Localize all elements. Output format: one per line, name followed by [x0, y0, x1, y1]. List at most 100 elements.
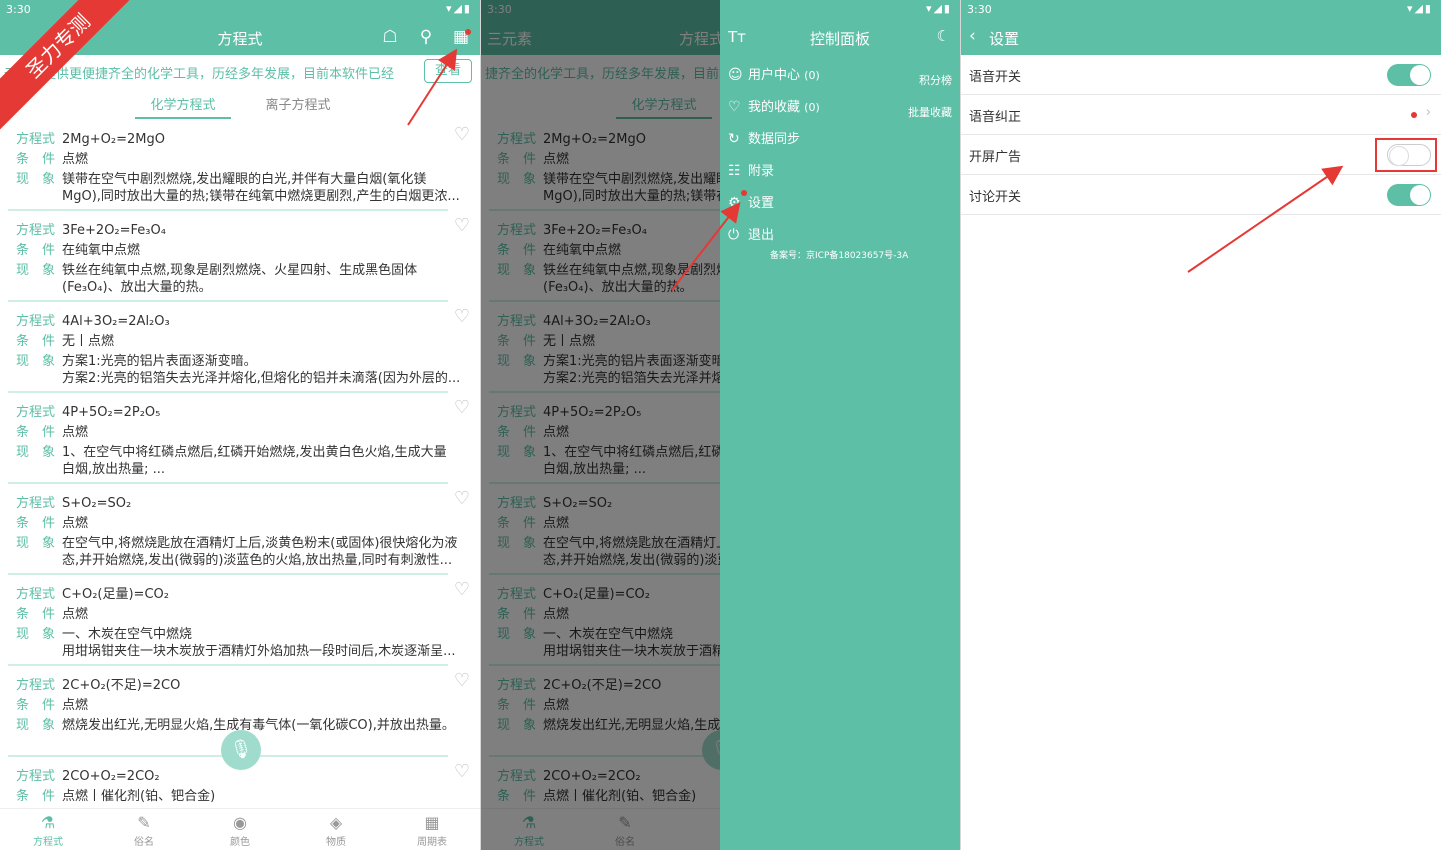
condition-text: 点燃 — [62, 425, 89, 440]
batch-favorite-link[interactable]: 批量收藏 — [908, 104, 952, 120]
menu-label: 用户中心 — [748, 68, 801, 83]
nav-common-names[interactable]: ✎ 俗名 — [114, 813, 174, 848]
equation-card[interactable]: 方程式4Al+3O₂=2Al₂O₃条 件无丨点燃现 象方案1:光亮的铝片表面逐渐… — [8, 302, 470, 393]
menu-count: (0) — [804, 101, 820, 114]
menu-label: 附录 — [748, 164, 775, 179]
status-bar: 3:30 ▾◢▮ — [961, 0, 1441, 20]
nav-substances[interactable]: ◈ 物质 — [306, 813, 366, 848]
phenomenon-label: 现 象 — [16, 263, 56, 278]
nav-colors[interactable]: ◉ 颜色 — [210, 813, 270, 848]
favorite-heart-icon[interactable]: ♡ — [454, 397, 470, 418]
table-icon: ▦ — [424, 813, 440, 832]
status-time: 3:30 — [6, 3, 31, 16]
favorite-heart-icon[interactable]: ♡ — [454, 670, 470, 691]
equation-card[interactable]: 方程式 4P+5O₂=2P₂O₅ 条 件点燃现 象 1、在空气中将红磷点燃后,红磷开始… — [8, 393, 470, 484]
equation-label: 方程式 — [16, 223, 56, 238]
menu-appendix[interactable]: ☷ 附录 — [728, 160, 774, 179]
favorite-heart-icon[interactable]: ♡ — [454, 124, 470, 145]
equation-card[interactable]: 方程式 2Mg+O₂=2MgO 条 件点燃现 象镁带在空气中剧烈燃烧,发出耀眼的白光… — [8, 120, 470, 211]
status-icons: ▾◢▮ — [445, 2, 472, 15]
equation-card[interactable]: 方程式C+O₂(足量)=CO₂条 件点燃现 象一、木炭在空气中燃烧用坩埚钳夹住一… — [8, 575, 470, 666]
bottom-nav: ⚗ 方程式 ✎ 俗名 ◉ 颜色 ◈ 物质 ▦ 周期表 — [0, 808, 480, 850]
tab-chemical-equations[interactable]: 化学方程式 — [133, 94, 233, 113]
condition-label: 条 件 — [16, 152, 56, 167]
sync-icon: ↻ — [728, 131, 740, 147]
nav-periodic-table[interactable]: ▦ 周期表 — [402, 813, 462, 848]
equation-row: 方程式 2CO+O₂=2CO₂ — [16, 765, 160, 784]
equation-text: 4Al+3O₂=2Al₂O₃ — [62, 314, 170, 329]
condition-text: 无丨点燃 — [62, 334, 115, 349]
page-title: 方程式 — [217, 30, 263, 48]
robot-icon[interactable]: ☖ — [379, 27, 401, 47]
search-icon[interactable]: ⚲ — [415, 27, 437, 47]
menu-data-sync[interactable]: ↻ 数据同步 — [728, 128, 800, 147]
condition-text: 点燃 — [62, 607, 89, 622]
discussion-toggle[interactable] — [1387, 184, 1431, 206]
favorite-heart-icon[interactable]: ♡ — [454, 306, 470, 327]
nav-equations[interactable]: ⚗ 方程式 — [18, 813, 78, 848]
power-icon: ⏻ — [728, 227, 740, 243]
condition-row: 条 件在纯氧中点燃 — [16, 239, 140, 258]
nav-label: 俗名 — [134, 837, 154, 848]
nav-label: 物质 — [326, 837, 346, 848]
menu-favorites[interactable]: ♡ 我的收藏 (0) — [728, 96, 820, 115]
equation-label: 方程式 — [16, 769, 56, 784]
condition-row: 条 件点燃丨催化剂(铂、钯合金) — [16, 785, 215, 804]
condition-row: 条 件点燃 — [16, 421, 88, 440]
equation-text: S+O₂=SO₂ — [62, 496, 132, 511]
equation-card[interactable]: 方程式3Fe+2O₂=Fe₃O₄条 件在纯氧中点燃现 象铁丝在纯氧中点燃,现象是… — [8, 211, 470, 302]
menu-logout[interactable]: ⏻ 退出 — [728, 224, 774, 243]
setting-voice-correction[interactable]: 语音纠正 › — [961, 95, 1441, 135]
highlight-box — [1375, 138, 1437, 172]
chevron-right-icon: › — [1425, 105, 1431, 120]
phenomenon-text: 燃烧发出红光,无明显火焰,生成有毒气体(一氧化碳CO),并放出热量。 — [62, 718, 455, 733]
equation-label: 方程式 — [16, 587, 56, 602]
setting-discussion-switch: 讨论开关 — [961, 175, 1441, 215]
menu-user-center[interactable]: ☺ 用户中心 (0) — [728, 64, 820, 83]
favorite-heart-icon[interactable]: ♡ — [454, 488, 470, 509]
drawer-title: 控制面板 — [809, 30, 870, 48]
equation-card[interactable]: 方程式 S+O₂=SO₂ 条 件点燃现 象在空气中,将燃烧匙放在酒精灯上后,淡黄色粉… — [8, 484, 470, 575]
back-icon[interactable]: ‹ — [969, 26, 976, 46]
notice-bar: 于为您提供更便捷齐全的化学工具，历经多年发展，目前本软件已经 查看 — [0, 57, 480, 85]
status-time: 3:30 — [967, 3, 992, 16]
phenomenon-text-2: 方案2:光亮的铝箔失去光泽并熔化,但熔化的铝并未滴落(因为外层的... — [62, 371, 461, 386]
heart-icon: ♡ — [728, 99, 741, 115]
favorite-heart-icon[interactable]: ♡ — [454, 579, 470, 600]
favorite-heart-icon[interactable]: ♡ — [454, 761, 470, 782]
leaderboard-link[interactable]: 积分榜 — [919, 72, 952, 88]
phenomenon-text-2: 用坩埚钳夹住一块木炭放于酒精灯外焰加热一段时间后,木炭逐渐呈... — [62, 644, 456, 659]
phenomenon-label: 现 象 — [16, 445, 56, 460]
condition-label: 条 件 — [16, 789, 56, 804]
setting-label: 讨论开关 — [969, 190, 1022, 205]
night-mode-icon[interactable]: ☾ — [937, 27, 950, 45]
phenomenon-text-2: 白烟,放出热量; ... — [62, 462, 166, 477]
app-bar: 3:30 ▾◢▮ ‹ 设置 — [961, 0, 1441, 55]
condition-text: 点燃 — [62, 516, 89, 531]
microphone-button[interactable]: 🎙 — [221, 730, 261, 770]
user-icon: ☺ — [728, 67, 743, 83]
drawer-scrim[interactable] — [481, 0, 720, 850]
equation-text: C+O₂(足量)=CO₂ — [62, 587, 169, 602]
control-panel-drawer: ▾◢▮ Tт 控制面板 ☾ ☺ 用户中心 (0) 积分榜 ♡ 我的收藏 (0) 批量… — [720, 0, 960, 850]
phenomenon-row-2: 态,并开始燃烧,发出(微弱的)淡蓝色的火焰,放出热量,同时有刺激性... — [62, 549, 452, 568]
phenomenon-label: 现 象 — [16, 354, 56, 369]
notice-text: 于为您提供更便捷齐全的化学工具，历经多年发展，目前本软件已经 — [4, 67, 395, 82]
phenomenon-row-2: 用坩埚钳夹住一块木炭放于酒精灯外焰加热一段时间后,木炭逐渐呈... — [62, 640, 456, 659]
notice-view-button[interactable]: 查看 — [424, 59, 472, 83]
drawer-screen: 3:30 三元素 方程式 捷齐全的化学工具，历经多年发展，目前本 化学方程式 方… — [481, 0, 960, 850]
equation-list[interactable]: 方程式 2Mg+O₂=2MgO 条 件点燃现 象镁带在空气中剧烈燃烧,发出耀眼的白光… — [0, 120, 480, 808]
status-icons: ▾◢▮ — [925, 2, 952, 15]
tab-ionic-equations[interactable]: 离子方程式 — [248, 94, 348, 113]
voice-toggle[interactable] — [1387, 64, 1431, 86]
tab-indicator — [135, 117, 231, 119]
favorite-heart-icon[interactable]: ♡ — [454, 215, 470, 236]
icp-record: 备案号：京ICP备18023657号-3A — [770, 251, 909, 261]
equation-label: 方程式 — [16, 132, 56, 147]
condition-label: 条 件 — [16, 698, 56, 713]
equation-text: 3Fe+2O₂=Fe₃O₄ — [62, 223, 166, 238]
app-bar: 3:30 ▾◢▮ 方程式 ☖ ⚲ ▦ — [0, 0, 480, 55]
menu-settings[interactable]: ⚙ 设置 — [728, 192, 774, 211]
condition-label: 条 件 — [16, 516, 56, 531]
gear-icon: ⚙ — [728, 195, 741, 211]
